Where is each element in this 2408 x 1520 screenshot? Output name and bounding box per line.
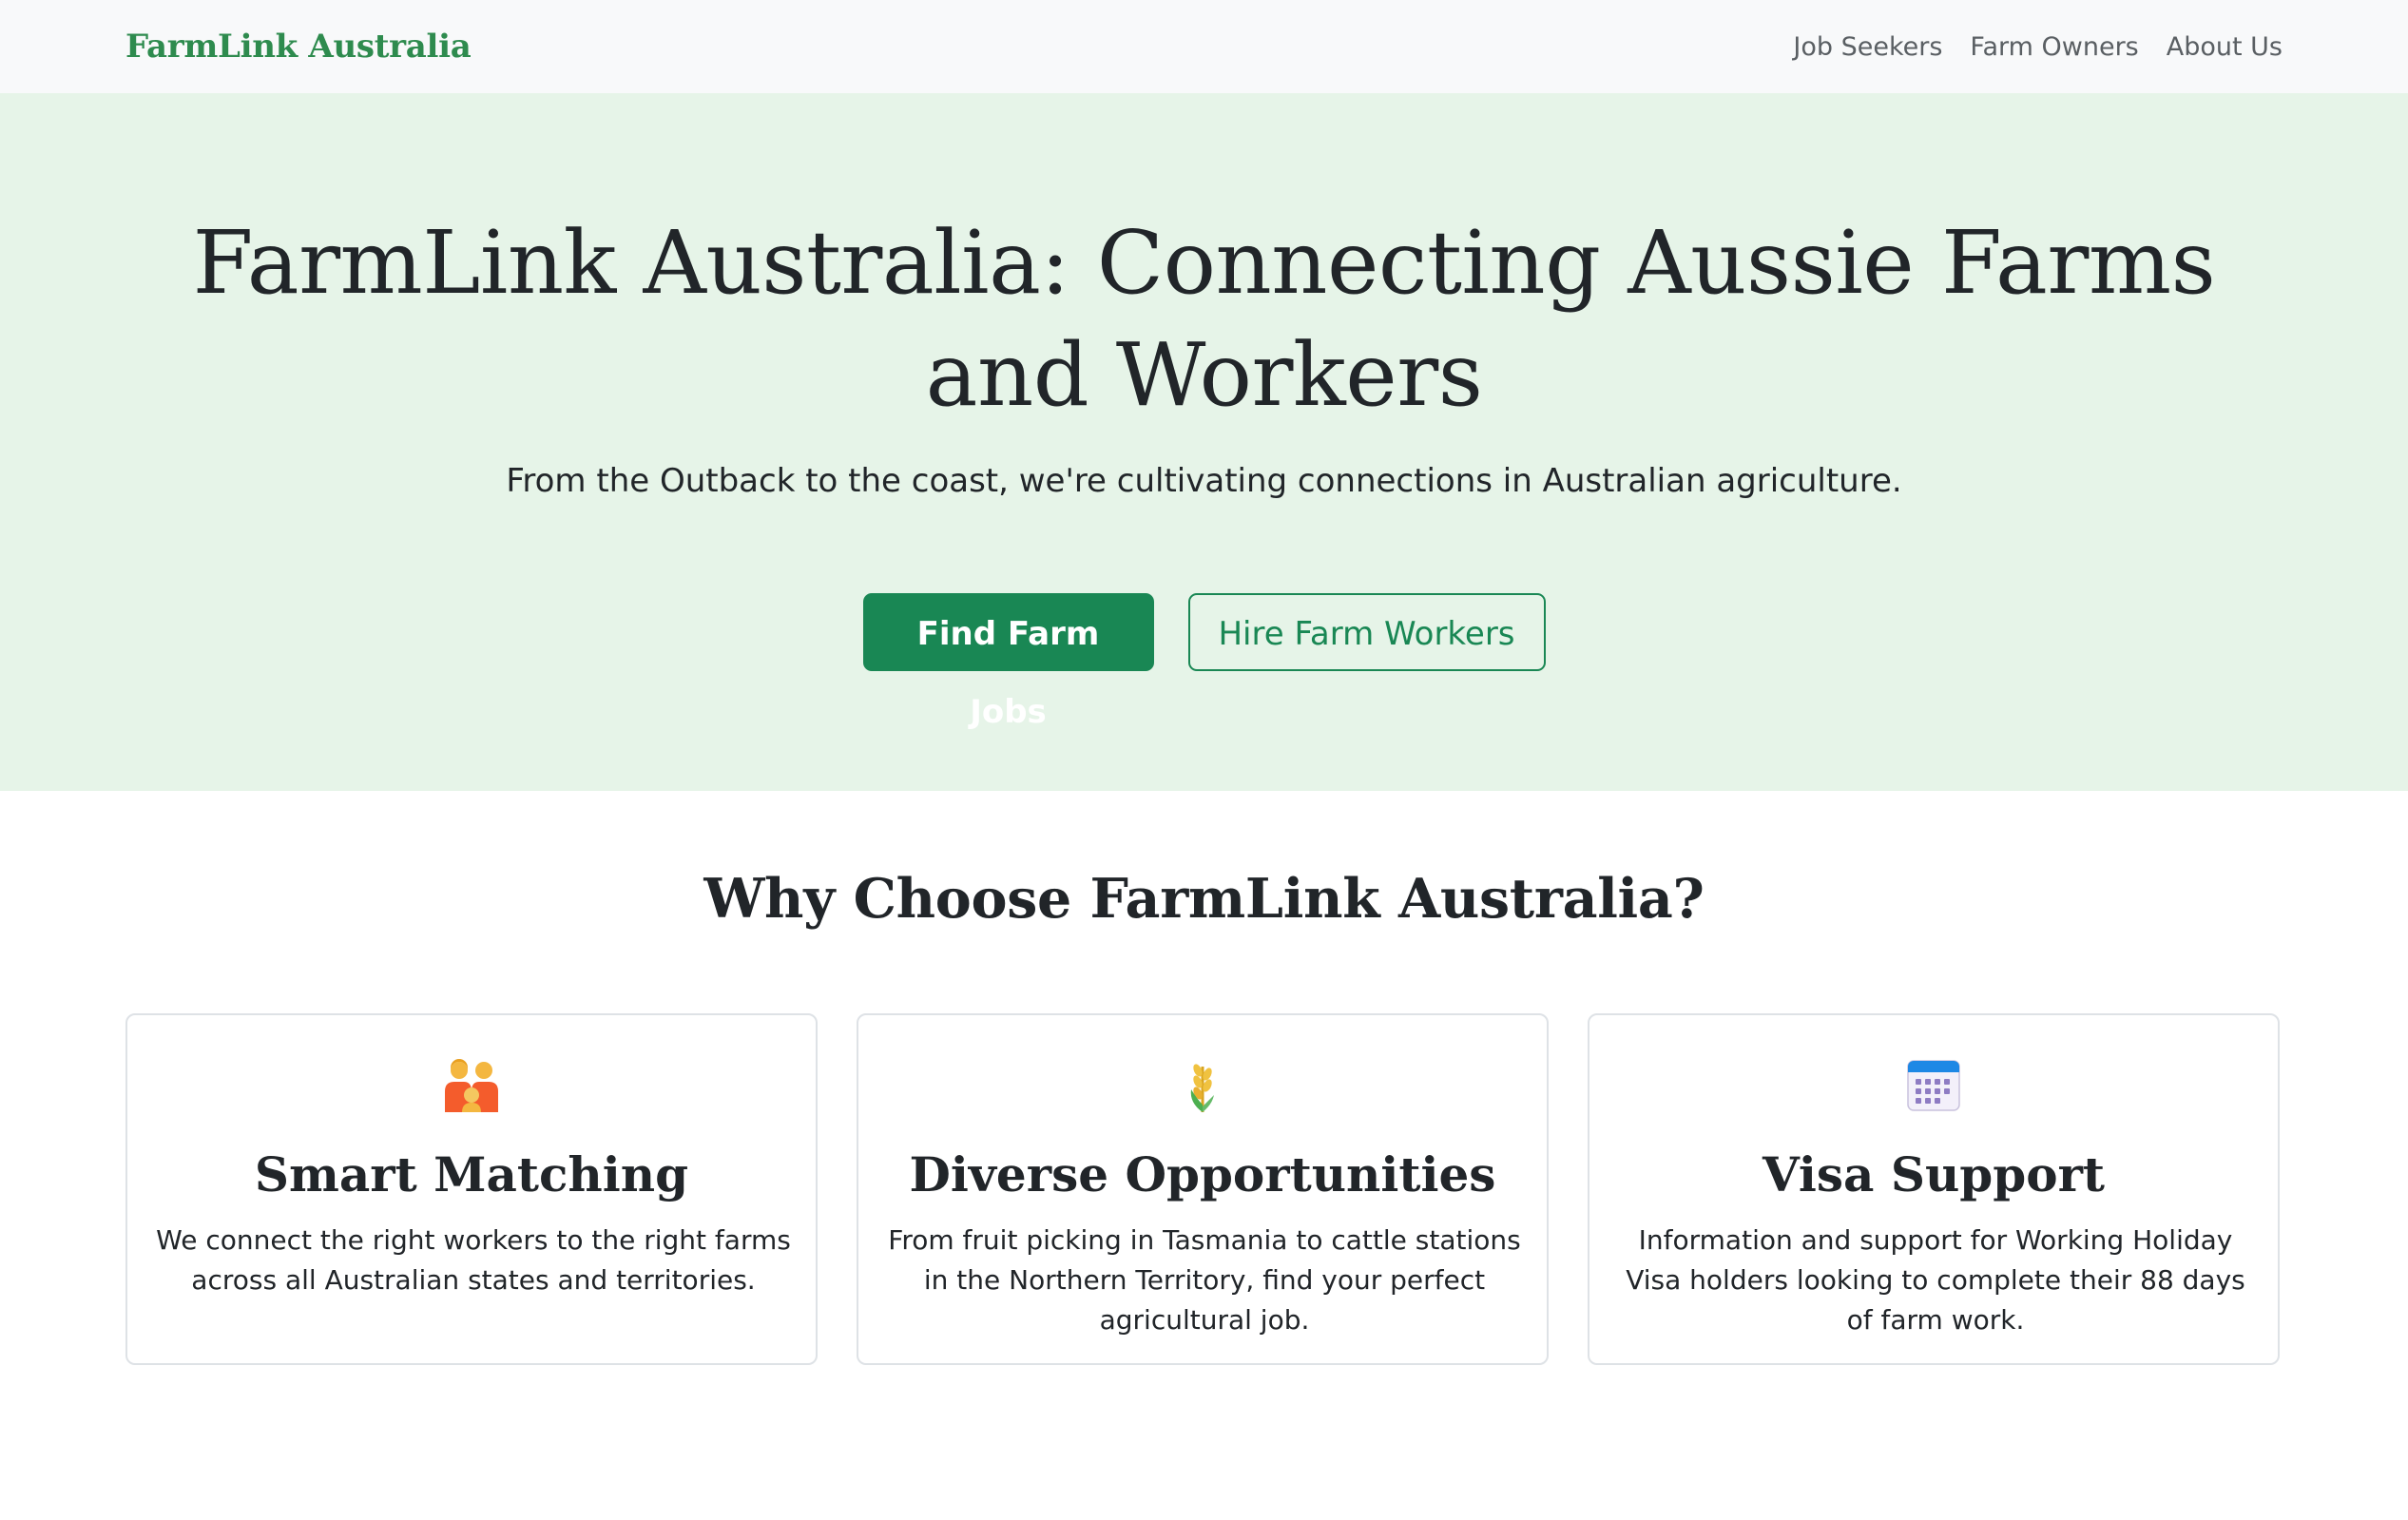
calendar-icon (1589, 1057, 2278, 1114)
brand-logo-link[interactable]: FarmLink Australia (125, 28, 472, 66)
hero-title: FarmLink Australia: Connecting Aussie Fa… (192, 212, 2216, 426)
card-text: We connect the right workers to the righ… (156, 1224, 791, 1296)
wheat-icon (858, 1057, 1547, 1114)
card-title: Smart Matching (254, 1146, 689, 1203)
hire-farm-workers-button[interactable]: Hire Farm Workers (1187, 593, 1546, 671)
nav-link-job-seekers[interactable]: Job Seekers (1793, 32, 1942, 62)
family-icon (127, 1057, 816, 1114)
card-title: Diverse Opportunities (909, 1146, 1496, 1203)
hero-section: FarmLink Australia: Connecting Aussie Fa… (0, 93, 2408, 791)
find-farm-jobs-button[interactable]: Find Farm Jobs (862, 593, 1154, 731)
feature-cards: Smart Matching We connect the right work… (125, 1013, 2280, 1365)
features-title: Why Choose FarmLink Australia? (703, 867, 1705, 931)
card-text: From fruit picking in Tasmania to cattle… (888, 1224, 1521, 1336)
hero-buttons: Find Farm Jobs Hire Farm Workers (0, 593, 2408, 731)
nav-link-about-us[interactable]: About Us (2167, 32, 2283, 62)
hero-subtitle: From the Outback to the coast, we're cul… (506, 462, 1902, 500)
card-title: Visa Support (1762, 1146, 2106, 1203)
feature-card-visa-support: Visa Support Information and support for… (1588, 1013, 2280, 1365)
card-text: Information and support for Working Holi… (1626, 1224, 2245, 1336)
navbar: FarmLink Australia Job Seekers Farm Owne… (0, 0, 2408, 93)
nav-links: Job Seekers Farm Owners About Us (1793, 32, 2283, 62)
feature-card-diverse-opportunities: Diverse Opportunities From fruit picking… (857, 1013, 1549, 1365)
nav-link-farm-owners[interactable]: Farm Owners (1970, 32, 2138, 62)
feature-card-smart-matching: Smart Matching We connect the right work… (125, 1013, 818, 1365)
